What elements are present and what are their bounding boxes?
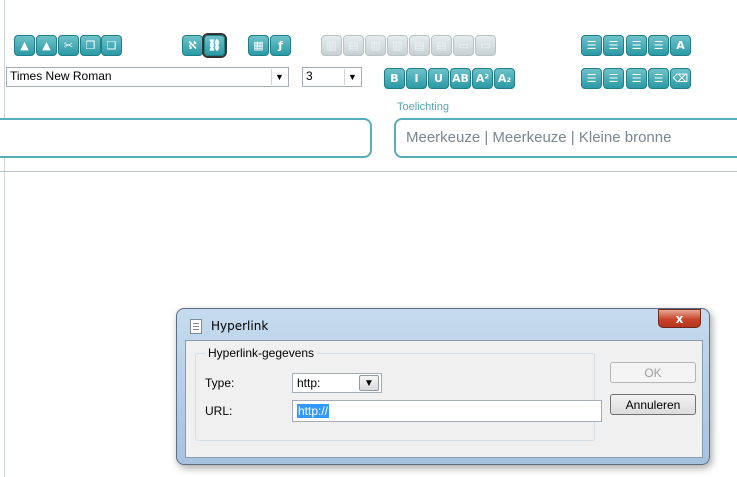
chevron-down-icon[interactable]: ▼ [344, 69, 360, 85]
table-row-above-button[interactable]: ▤ [431, 35, 452, 56]
group-label: Hyperlink-gegevens [205, 346, 318, 360]
section-divider [0, 171, 737, 172]
strikethrough-icon: AB [452, 72, 469, 85]
paste-button[interactable]: ❑ [101, 35, 122, 56]
bold-icon: B [390, 72, 399, 85]
table-icon: ▦ [253, 39, 264, 52]
table-row-below-icon: ▤ [414, 39, 425, 52]
table-insert-row-button[interactable]: ▤ [343, 35, 364, 56]
font-name-value: Times New Roman [10, 69, 112, 83]
toelichting-field[interactable]: Meerkeuze | Meerkeuze | Kleine bronne [394, 118, 737, 158]
toelichting-value: Meerkeuze | Meerkeuze | Kleine bronne [406, 129, 672, 146]
type-value: http: [297, 376, 321, 390]
underline-button[interactable]: U [428, 68, 449, 89]
align-center-icon: ☰ [608, 72, 619, 85]
align-center-button[interactable]: ☰ [603, 68, 624, 89]
toelichting-label: Toelichting [397, 101, 449, 113]
color-icon: A [676, 39, 685, 52]
table-row-below-button[interactable]: ▤ [409, 35, 430, 56]
close-button[interactable]: x [658, 309, 701, 328]
url-label: URL: [205, 404, 233, 418]
hyperlink-dialog: Hyperlink x Hyperlink-gegevens Type: htt… [176, 308, 710, 465]
table-merge-button[interactable]: ▭ [453, 35, 474, 56]
ok-button[interactable]: OK [610, 362, 696, 383]
cancel-button[interactable]: Annuleren [610, 394, 696, 415]
hyperlink-groupbox: Hyperlink-gegevens Type: http: ▼ URL: ht… [195, 346, 602, 441]
paste-icon: ❑ [106, 39, 117, 52]
align-right-button[interactable]: ☰ [626, 68, 647, 89]
align-justify-button[interactable]: ☰ [648, 68, 669, 89]
left-field[interactable] [0, 118, 372, 158]
table-col-left-icon: ▥ [392, 39, 403, 52]
table-col-right-icon: ▥ [370, 39, 381, 52]
color-button[interactable]: A [670, 35, 691, 56]
page-border [4, 0, 5, 477]
table-split-icon: ▭ [480, 39, 491, 52]
outdent-button[interactable]: ☰ [626, 35, 647, 56]
image-button[interactable]: ▲ [14, 35, 35, 56]
italic-icon: I [414, 72, 419, 85]
bullet-list-button[interactable]: ☰ [603, 35, 624, 56]
font-size-select[interactable]: 3 ▼ [302, 67, 362, 87]
subscript-button[interactable]: A₂ [494, 68, 515, 89]
indent-icon: ☰ [653, 39, 664, 52]
strikethrough-button[interactable]: AB [450, 68, 471, 89]
close-icon: x [675, 311, 684, 326]
url-input[interactable]: http:// [292, 400, 602, 422]
align-right-icon: ☰ [631, 72, 642, 85]
dialog-title: Hyperlink [211, 319, 269, 333]
formula-icon: ƒ [278, 39, 283, 52]
dialog-body: Hyperlink-gegevens Type: http: ▼ URL: ht… [185, 340, 703, 458]
table-insert-row-icon: ▤ [348, 39, 359, 52]
special-char-button[interactable]: ℵ [182, 35, 203, 56]
table-merge-icon: ▭ [458, 39, 469, 52]
chevron-down-icon[interactable]: ▼ [271, 69, 287, 85]
image-icon: ▲ [20, 39, 29, 52]
superscript-button[interactable]: A² [472, 68, 493, 89]
table-row-above-icon: ▤ [436, 39, 447, 52]
font-size-value: 3 [306, 69, 313, 83]
table-insert-col-icon: ▥ [326, 39, 337, 52]
align-left-icon: ☰ [586, 72, 597, 85]
indent-button[interactable]: ☰ [648, 35, 669, 56]
subscript-icon: A₂ [497, 72, 512, 85]
copy-button[interactable]: ❐ [80, 35, 101, 56]
table-col-left-button[interactable]: ▥ [387, 35, 408, 56]
special-char-icon: ℵ [188, 39, 197, 52]
font-name-select[interactable]: Times New Roman ▼ [6, 67, 289, 87]
type-select[interactable]: http: ▼ [292, 373, 382, 393]
table-split-button[interactable]: ▭ [475, 35, 496, 56]
underline-icon: U [434, 72, 443, 85]
bold-button[interactable]: B [384, 68, 405, 89]
align-left-button[interactable]: ☰ [581, 68, 602, 89]
cut-icon: ✂ [63, 39, 74, 52]
cut-button[interactable]: ✂ [58, 35, 79, 56]
hyperlink-button[interactable]: ⛓ [202, 33, 227, 58]
align-justify-icon: ☰ [653, 72, 664, 85]
outdent-icon: ☰ [631, 39, 642, 52]
bullet-list-icon: ☰ [608, 39, 619, 52]
table-col-right-button[interactable]: ▥ [365, 35, 386, 56]
eraser-icon: ⌫ [672, 72, 689, 85]
italic-button[interactable]: I [406, 68, 427, 89]
numbered-list-button[interactable]: ☰ [581, 35, 602, 56]
eraser-button[interactable]: ⌫ [670, 68, 691, 89]
image-dim-button[interactable]: ▲ [36, 35, 57, 56]
type-label: Type: [205, 376, 235, 390]
url-value: http:// [297, 404, 330, 418]
hyperlink-icon: ⛓ [207, 39, 222, 52]
editor-window: Times New Roman ▼ 3 ▼ Toelichting Meerke… [0, 0, 737, 477]
copy-icon: ❐ [85, 39, 96, 52]
table-button[interactable]: ▦ [248, 35, 269, 56]
document-icon [190, 319, 202, 334]
superscript-icon: A² [475, 72, 490, 85]
table-insert-col-button[interactable]: ▥ [321, 35, 342, 56]
chevron-down-icon[interactable]: ▼ [359, 375, 379, 391]
image-dim-icon: ▲ [42, 39, 51, 52]
numbered-list-icon: ☰ [586, 39, 597, 52]
formula-button[interactable]: ƒ [270, 35, 291, 56]
